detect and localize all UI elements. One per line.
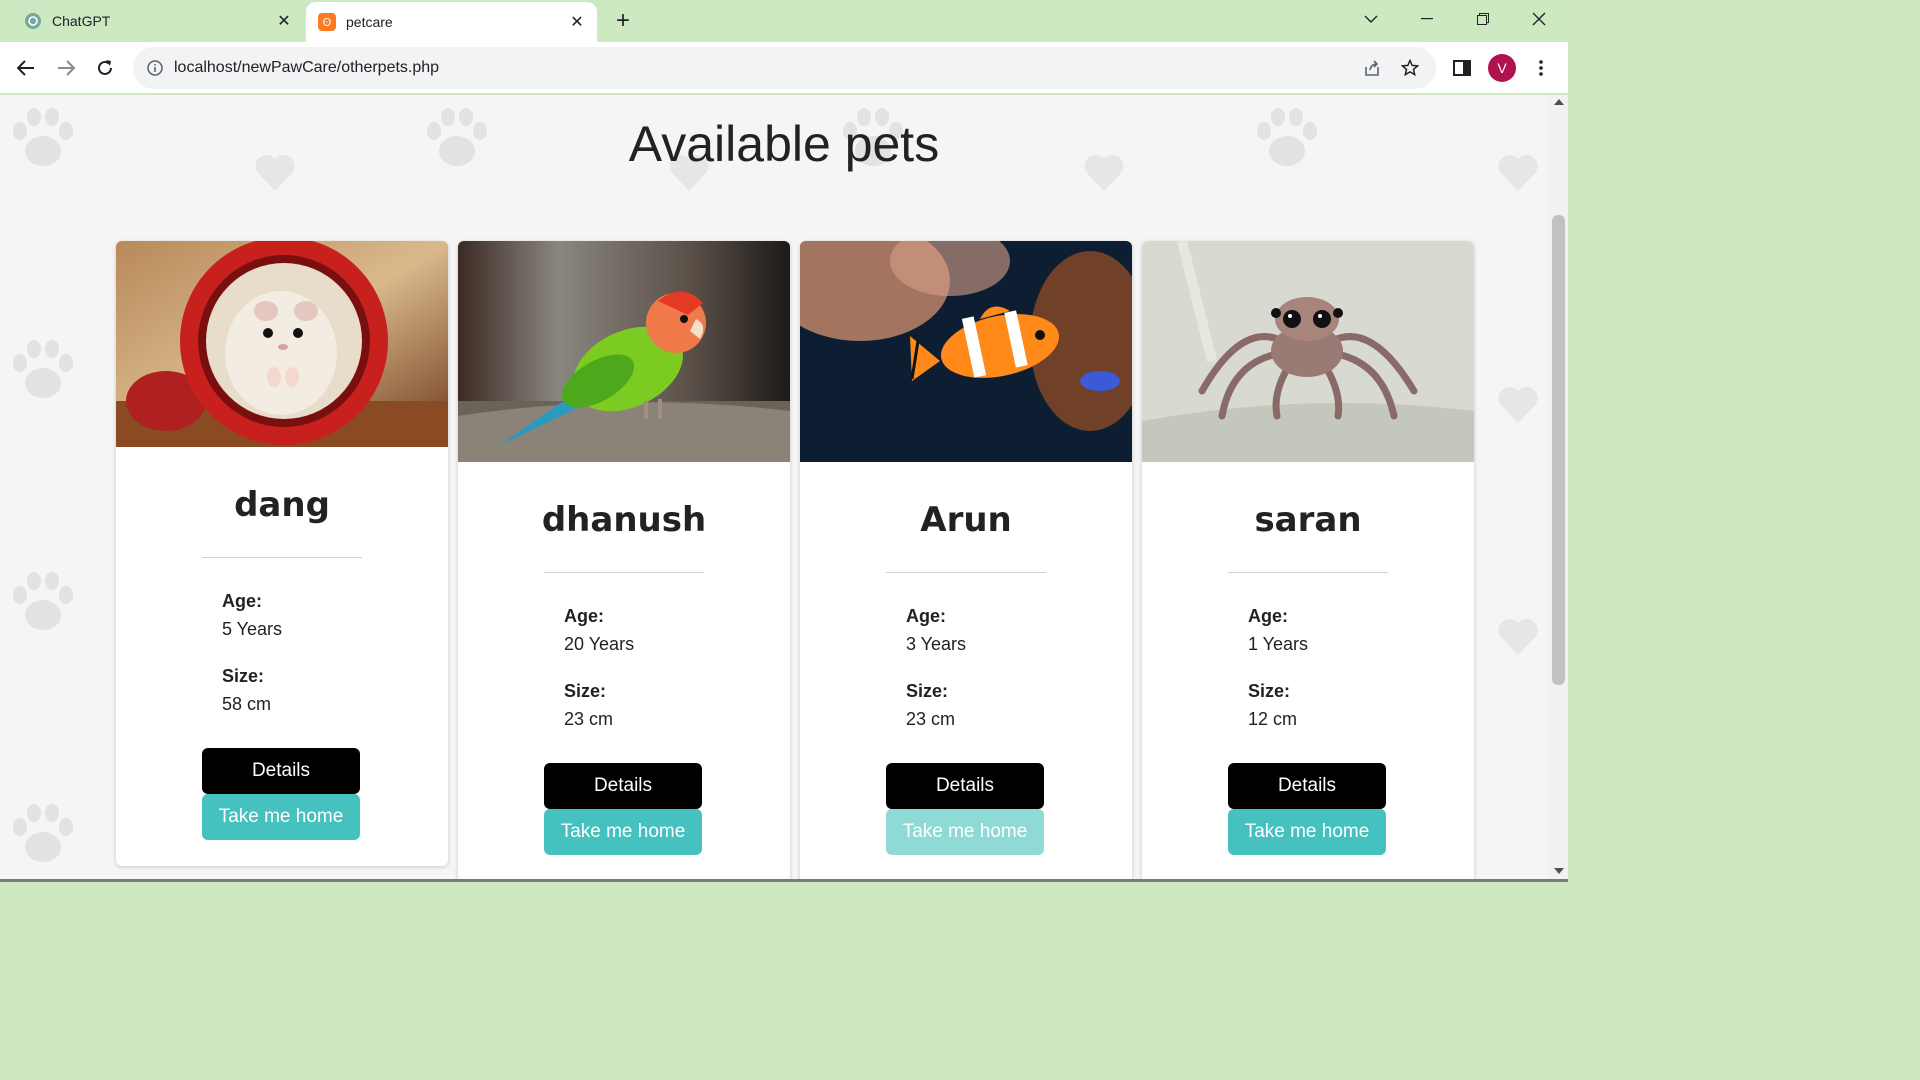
forward-button[interactable]	[50, 52, 82, 84]
info-icon[interactable]	[145, 58, 165, 78]
tab-strip: ChatGPT ✕ ʘ petcare ✕ +	[0, 0, 1568, 42]
divider	[1228, 572, 1388, 573]
pet-photo	[800, 241, 1132, 462]
heart-icon	[1498, 386, 1538, 423]
take-me-home-button[interactable]: Take me home	[1228, 809, 1386, 855]
restore-button[interactable]	[1455, 0, 1511, 38]
paw-icon	[13, 340, 73, 398]
pet-photo	[458, 241, 790, 462]
side-panel-icon[interactable]	[1446, 52, 1478, 84]
details-button[interactable]: Details	[544, 763, 702, 809]
pet-photo	[116, 241, 448, 447]
size-label: Size:	[564, 681, 607, 701]
chatgpt-icon	[24, 12, 42, 30]
window-bottom-border	[0, 879, 1568, 882]
divider	[202, 557, 362, 558]
tab-chatgpt[interactable]: ChatGPT ✕	[0, 0, 304, 42]
svg-text:ʘ: ʘ	[323, 16, 332, 29]
details-button[interactable]: Details	[1228, 763, 1386, 809]
take-me-home-button[interactable]: Take me home	[202, 794, 360, 840]
age-value: 3 Years	[906, 634, 967, 654]
pet-name: saran	[1254, 500, 1362, 540]
age-label: Age:	[1248, 606, 1288, 626]
page-viewport: Available pets dang Age: 5 Years Size: 5…	[0, 95, 1549, 882]
size-label: Size:	[222, 666, 265, 686]
paw-icon	[13, 804, 73, 862]
tab-petcare[interactable]: ʘ petcare ✕	[306, 2, 597, 42]
pet-info: Age: 20 Years Size: 23 cm	[458, 606, 790, 730]
age-label: Age:	[564, 606, 604, 626]
close-window-button[interactable]	[1511, 0, 1567, 38]
close-icon[interactable]: ✕	[563, 8, 591, 36]
take-me-home-button[interactable]: Take me home	[544, 809, 702, 855]
size-label: Size:	[906, 681, 949, 701]
close-icon[interactable]: ✕	[270, 7, 298, 35]
reload-button[interactable]	[89, 52, 121, 84]
scroll-thumb[interactable]	[1552, 215, 1565, 685]
age-value: 20 Years	[564, 634, 635, 654]
star-icon[interactable]	[1398, 56, 1422, 80]
pet-card: dang Age: 5 Years Size: 58 cm Details Ta…	[116, 241, 448, 866]
age-label: Age:	[906, 606, 946, 626]
pet-photo	[1142, 241, 1474, 462]
tab-label: petcare	[346, 14, 393, 30]
paw-icon	[13, 572, 73, 630]
pet-name: dhanush	[541, 500, 707, 540]
pet-name: Arun	[920, 500, 1012, 540]
new-tab-button[interactable]: +	[609, 7, 637, 35]
pet-card: saran Age: 1 Years Size: 12 cm Details T…	[1142, 241, 1474, 882]
size-value: 58 cm	[222, 694, 272, 714]
avatar[interactable]: V	[1488, 54, 1516, 82]
divider	[886, 572, 1046, 573]
pet-card: Arun Age: 3 Years Size: 23 cm Details Ta…	[800, 241, 1132, 882]
tab-label: ChatGPT	[52, 13, 111, 29]
url-text[interactable]: localhost/newPawCare/otherpets.php	[174, 59, 1360, 77]
share-icon[interactable]	[1360, 56, 1384, 80]
browser-toolbar: localhost/newPawCare/otherpets.php V	[0, 42, 1568, 94]
size-label: Size:	[1248, 681, 1291, 701]
age-label: Age:	[222, 591, 262, 611]
scroll-down-arrow-icon[interactable]	[1554, 868, 1564, 874]
xampp-icon: ʘ	[318, 13, 336, 31]
back-button[interactable]	[10, 52, 42, 84]
divider	[544, 572, 704, 573]
scroll-up-arrow-icon[interactable]	[1554, 99, 1564, 105]
menu-icon[interactable]	[1525, 52, 1557, 84]
scrollbar[interactable]	[1549, 95, 1568, 882]
age-value: 1 Years	[1248, 634, 1309, 654]
pet-info: Age: 3 Years Size: 23 cm	[800, 606, 1132, 730]
minimize-button[interactable]	[1399, 0, 1455, 38]
details-button[interactable]: Details	[886, 763, 1044, 809]
details-button[interactable]: Details	[202, 748, 360, 794]
age-value: 5 Years	[222, 619, 283, 639]
size-value: 12 cm	[1248, 709, 1298, 729]
take-me-home-button[interactable]: Take me home	[886, 809, 1044, 855]
pet-name: dang	[234, 485, 330, 525]
size-value: 23 cm	[564, 709, 614, 729]
page-title: Available pets	[628, 116, 940, 172]
pet-info: Age: 1 Years Size: 12 cm	[1142, 606, 1474, 730]
pet-info: Age: 5 Years Size: 58 cm	[116, 591, 448, 715]
tab-search-icon[interactable]	[1343, 0, 1399, 38]
size-value: 23 cm	[906, 709, 956, 729]
heart-icon	[1498, 618, 1538, 655]
address-bar[interactable]: localhost/newPawCare/otherpets.php	[133, 47, 1436, 89]
pet-card: dhanush Age: 20 Years Size: 23 cm Detail…	[458, 241, 790, 882]
